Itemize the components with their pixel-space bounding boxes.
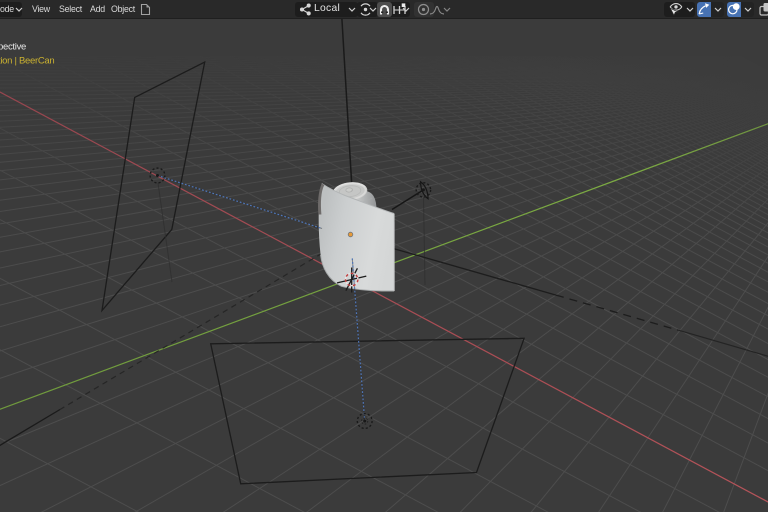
svg-text:tion | BeerCan: tion | BeerCan [0,56,54,67]
svg-text:pective: pective [0,42,26,53]
